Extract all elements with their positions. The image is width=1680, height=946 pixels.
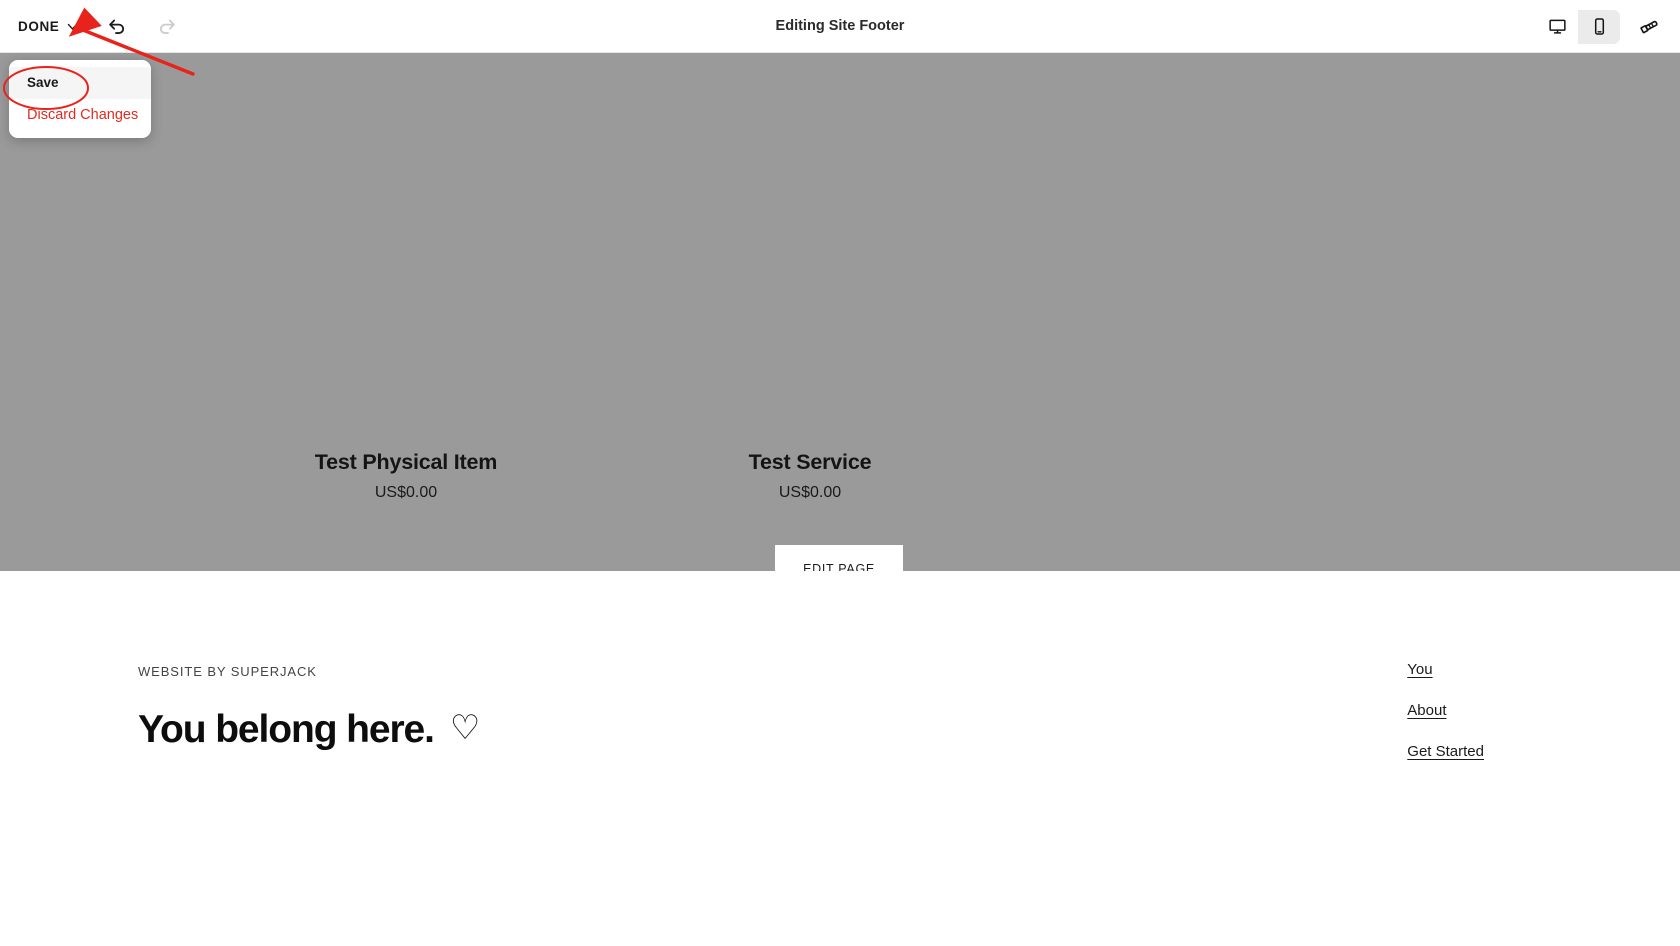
products-section-overlay: Test Physical Item US$0.00 Test Service … xyxy=(0,53,1680,602)
footer-nav: You About Get Started xyxy=(1407,661,1484,760)
toolbar-left-group: DONE xyxy=(0,9,185,43)
menu-item-discard-changes[interactable]: Discard Changes xyxy=(9,99,151,131)
toolbar-right-group xyxy=(1536,0,1666,53)
viewport-desktop-button[interactable] xyxy=(1536,9,1578,44)
mobile-phone-icon xyxy=(1594,18,1604,35)
theme-paintbrush-button[interactable] xyxy=(1632,10,1666,44)
menu-item-save[interactable]: Save xyxy=(9,67,151,99)
product-price: US$0.00 xyxy=(778,484,842,501)
done-button[interactable]: DONE xyxy=(16,15,81,38)
done-button-label: DONE xyxy=(18,18,60,34)
editor-toolbar: DONE Editing Site Footer xyxy=(0,0,1680,53)
undo-button[interactable] xyxy=(99,9,133,43)
product-name: Test Service xyxy=(748,450,872,474)
editor-title: Editing Site Footer xyxy=(775,18,905,34)
site-preview-canvas: Test Physical Item US$0.00 Test Service … xyxy=(0,53,1680,946)
undo-icon xyxy=(109,19,125,34)
product-card[interactable]: Test Physical Item US$0.00 xyxy=(236,450,576,502)
footer-brand-block: WEBSITE BY SUPERJACK You belong here. ♡ xyxy=(138,664,481,752)
footer-headline-text: You belong here. xyxy=(138,708,435,751)
product-name: Test Physical Item xyxy=(314,450,498,474)
site-footer-section[interactable]: WEBSITE BY SUPERJACK You belong here. ♡ … xyxy=(0,571,1680,946)
footer-link-about[interactable]: About xyxy=(1407,702,1446,719)
chevron-down-icon xyxy=(68,23,78,30)
product-price: US$0.00 xyxy=(374,484,438,501)
viewport-mobile-button[interactable] xyxy=(1578,9,1620,44)
done-dropdown-menu: Save Discard Changes xyxy=(9,60,151,138)
editor-window: DONE Editing Site Footer Test Physical I… xyxy=(0,0,1680,946)
footer-eyebrow-text: WEBSITE BY SUPERJACK xyxy=(138,664,317,679)
footer-link-you[interactable]: You xyxy=(1407,661,1432,678)
footer-headline-block: You belong here. ♡ xyxy=(138,708,481,752)
redo-button[interactable] xyxy=(151,9,185,43)
redo-icon xyxy=(160,19,176,34)
desktop-monitor-icon xyxy=(1548,19,1566,34)
paintbrush-icon xyxy=(1639,20,1658,34)
heart-outline-icon: ♡ xyxy=(449,709,481,747)
footer-link-get-started[interactable]: Get Started xyxy=(1407,743,1484,760)
product-card[interactable]: Test Service US$0.00 xyxy=(640,450,980,502)
viewport-toggle xyxy=(1536,9,1620,44)
